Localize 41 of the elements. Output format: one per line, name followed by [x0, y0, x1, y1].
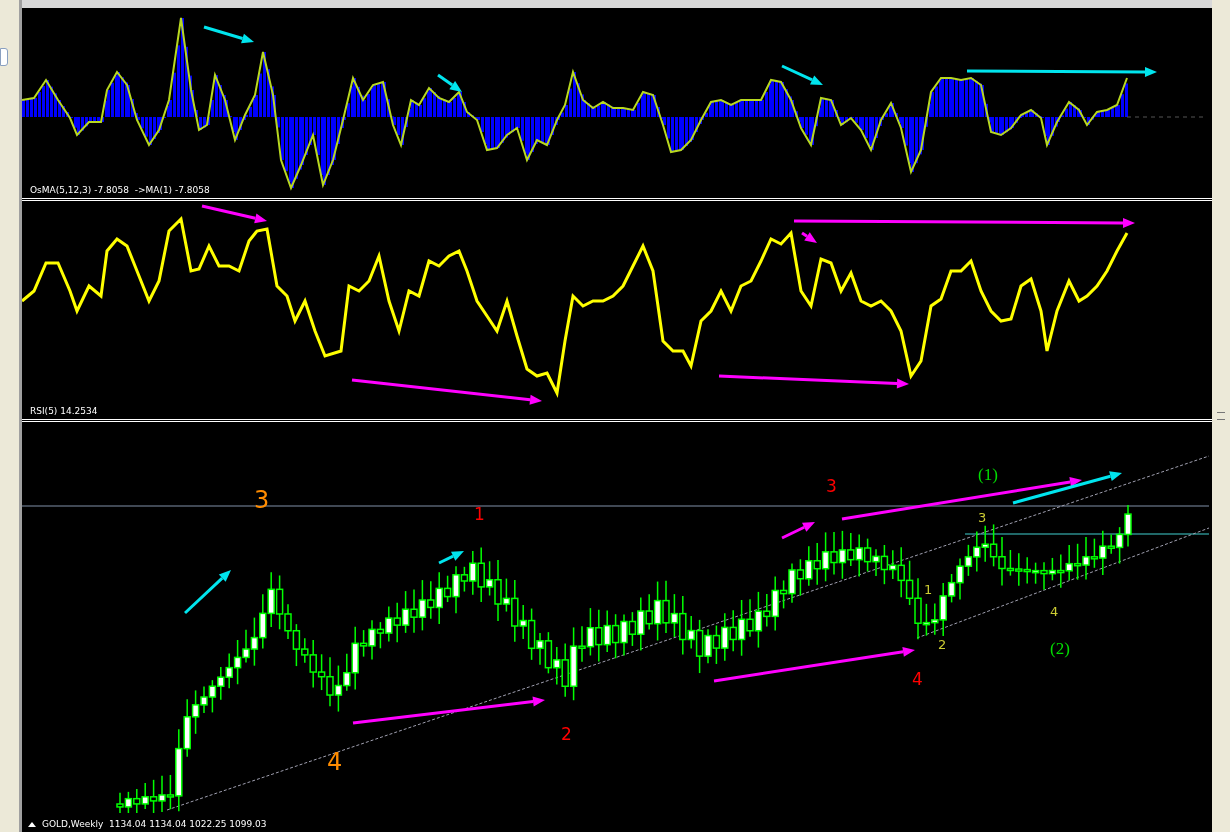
wave-label: 3 — [254, 488, 270, 512]
wave-label: (2) — [1050, 640, 1070, 657]
wave-label: 4 — [912, 671, 923, 688]
candlestick — [1073, 543, 1082, 581]
candlestick — [880, 544, 889, 585]
grip-icon[interactable] — [1217, 412, 1225, 420]
candlestick — [401, 590, 410, 634]
wave-label: 3 — [826, 478, 837, 495]
candlestick — [250, 616, 259, 667]
candlestick — [989, 523, 998, 568]
wave-label: 4 — [1050, 605, 1059, 618]
wave-label: (1) — [978, 466, 998, 483]
candlestick — [208, 679, 217, 714]
wave-label: 2 — [561, 726, 572, 743]
candlestick — [317, 653, 326, 691]
splitter-handle[interactable] — [0, 48, 8, 66]
candlestick — [334, 664, 343, 713]
wave-label: 1 — [924, 583, 933, 596]
candlestick — [838, 530, 847, 580]
candlestick — [149, 779, 158, 814]
candlestick — [863, 537, 872, 573]
candlestick — [544, 631, 553, 675]
wave-label: 4 — [327, 750, 343, 774]
indicator-legend: OsMA(5,12,3) -7.8058 ->MA(1) -7.8058 — [28, 185, 212, 195]
candlestick — [796, 558, 805, 597]
candlestick — [418, 579, 427, 632]
candlestick — [124, 791, 133, 814]
candlestick — [233, 639, 242, 685]
candlestick — [611, 613, 620, 660]
candlestick — [586, 607, 595, 657]
wave-label: 2 — [938, 638, 947, 651]
candlestick — [712, 624, 721, 665]
candlestick — [905, 560, 914, 606]
wave-label: 3 — [978, 511, 987, 524]
indicator-legend: RSI(5) 14.2534 — [28, 406, 100, 416]
candlestick — [1031, 561, 1040, 585]
candlestick — [670, 593, 679, 638]
indicator-legend: GOLD,Weekly 1134.04 1134.04 1022.25 1099.03 — [40, 819, 269, 829]
wave-label: 1 — [474, 506, 485, 523]
candlestick — [821, 531, 830, 583]
candlestick — [964, 544, 973, 577]
